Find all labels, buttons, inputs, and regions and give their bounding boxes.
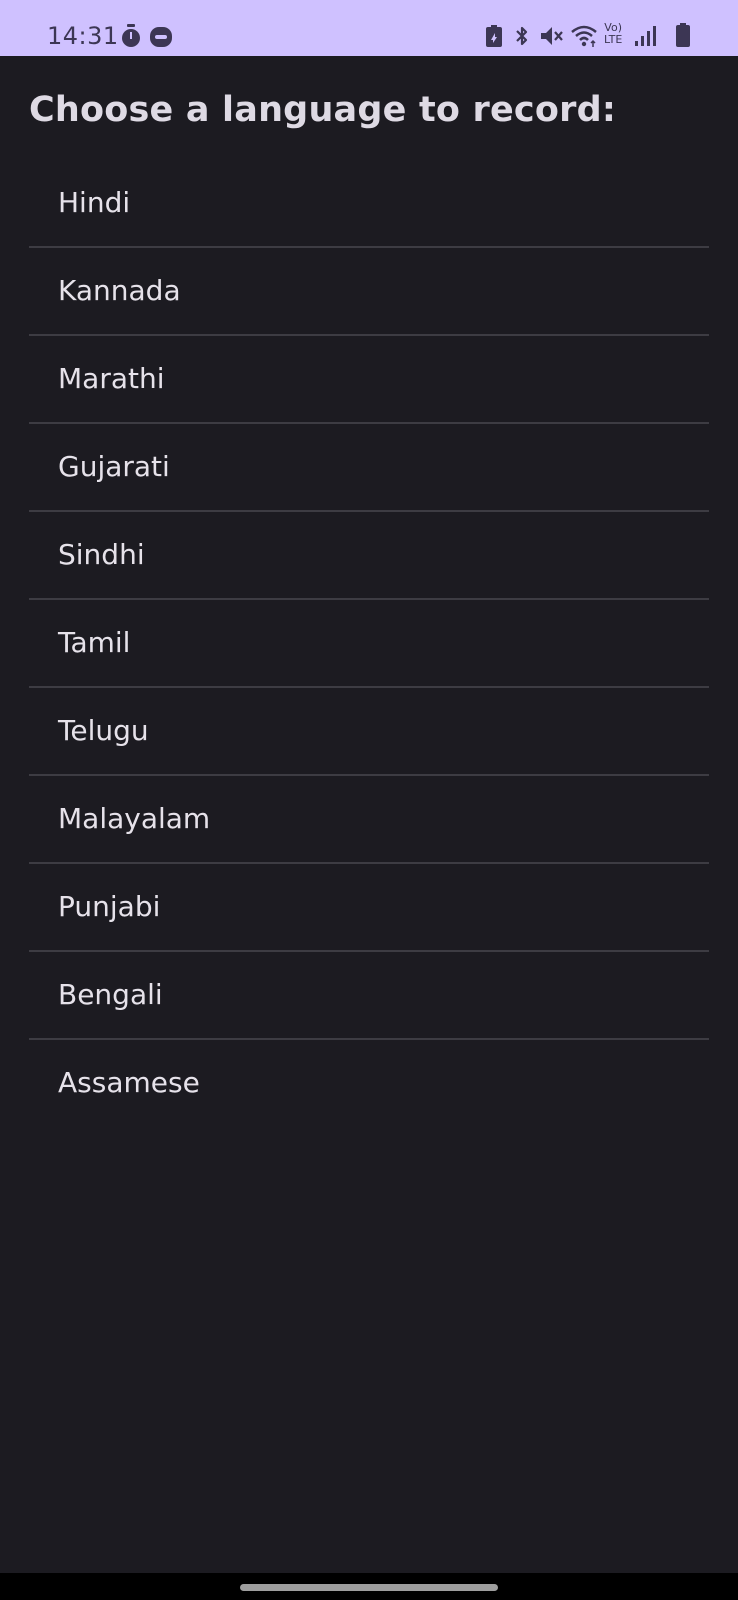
- signal-icon: [634, 25, 656, 47]
- app-screen: 14:31 Vo) LTE Choose a language to recor…: [0, 0, 738, 1600]
- list-item-telugu[interactable]: Telugu: [29, 688, 709, 776]
- navigation-bar: [0, 1573, 738, 1600]
- language-label: Malayalam: [58, 802, 211, 835]
- language-label: Marathi: [58, 362, 165, 395]
- language-label: Sindhi: [58, 538, 145, 571]
- timer-icon: [120, 24, 142, 48]
- battery-icon: [676, 23, 690, 47]
- list-item-kannada[interactable]: Kannada: [29, 248, 709, 336]
- list-item-tamil[interactable]: Tamil: [29, 600, 709, 688]
- bluetooth-icon: [513, 25, 531, 47]
- language-label: Tamil: [58, 626, 131, 659]
- status-time: 14:31: [47, 22, 119, 50]
- language-label: Punjabi: [58, 890, 161, 923]
- list-item-malayalam[interactable]: Malayalam: [29, 776, 709, 864]
- language-label: Kannada: [58, 274, 181, 307]
- language-label: Gujarati: [58, 450, 170, 483]
- battery-saver-icon: [486, 25, 502, 47]
- list-item-gujarati[interactable]: Gujarati: [29, 424, 709, 512]
- status-bar: 14:31 Vo) LTE: [0, 0, 738, 56]
- language-label: Bengali: [58, 978, 163, 1011]
- home-gesture-handle[interactable]: [240, 1584, 498, 1591]
- mute-icon: [540, 25, 564, 47]
- list-item-punjabi[interactable]: Punjabi: [29, 864, 709, 952]
- list-item-marathi[interactable]: Marathi: [29, 336, 709, 424]
- list-item-sindhi[interactable]: Sindhi: [29, 512, 709, 600]
- language-label: Assamese: [58, 1066, 200, 1099]
- volte-label-bottom: LTE: [604, 33, 623, 46]
- language-list: Hindi Kannada Marathi Gujarati Sindhi Ta…: [29, 160, 709, 1128]
- wifi-icon: [570, 24, 598, 48]
- list-item-assamese[interactable]: Assamese: [29, 1040, 709, 1128]
- language-label: Telugu: [58, 714, 149, 747]
- page-title: Choose a language to record:: [29, 90, 617, 130]
- volte-icon: Vo) LTE: [604, 22, 622, 46]
- language-label: Hindi: [58, 186, 131, 219]
- list-item-hindi[interactable]: Hindi: [29, 160, 709, 248]
- notification-pill-icon: [150, 27, 172, 47]
- list-item-bengali[interactable]: Bengali: [29, 952, 709, 1040]
